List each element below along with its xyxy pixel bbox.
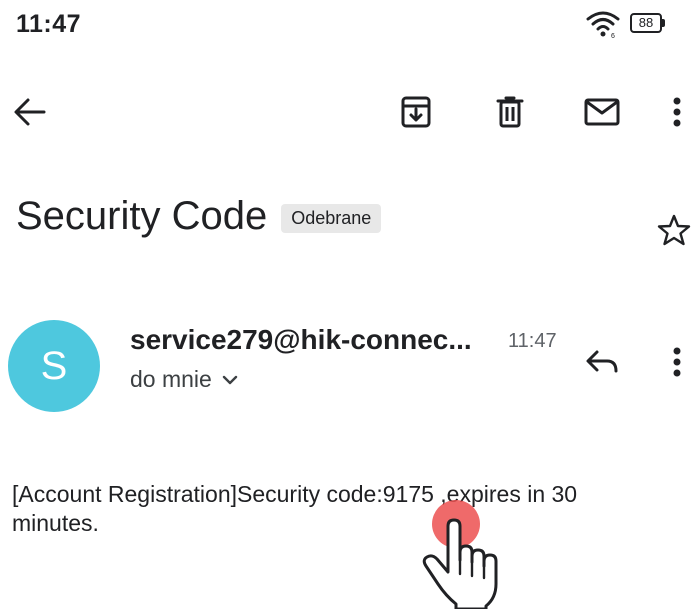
more-options-button[interactable] — [660, 88, 694, 136]
sender-avatar[interactable]: S — [8, 320, 100, 412]
email-body: [Account Registration]Security code:9175… — [12, 480, 682, 538]
subject-row: Security Code Odebrane — [16, 188, 656, 244]
archive-icon — [401, 96, 431, 128]
mark-unread-button[interactable] — [576, 88, 628, 136]
back-arrow-icon — [14, 98, 46, 126]
email-subject: Security Code — [16, 193, 268, 238]
archive-button[interactable] — [392, 88, 440, 136]
status-bar: 11:47 6 88 — [0, 0, 694, 60]
star-icon — [657, 214, 691, 246]
battery-level: 88 — [638, 15, 654, 30]
reply-icon — [586, 350, 618, 373]
more-vert-icon — [673, 97, 681, 127]
email-toolbar — [0, 80, 694, 140]
back-button[interactable] — [6, 92, 54, 132]
battery-indicator: 88 — [630, 13, 665, 35]
recipient-toggle[interactable]: do mnie — [130, 366, 238, 393]
avatar-letter: S — [40, 343, 68, 388]
message-time: 11:47 — [508, 330, 557, 352]
hand-pointer-icon — [422, 518, 498, 609]
trash-icon — [496, 96, 524, 128]
reply-button[interactable] — [578, 338, 626, 386]
body-line-1: [Account Registration]Security code:9175… — [12, 481, 578, 507]
message-more-button[interactable] — [660, 338, 694, 386]
delete-button[interactable] — [486, 88, 534, 136]
status-time: 11:47 — [16, 10, 82, 38]
mail-icon — [584, 98, 620, 126]
star-button[interactable] — [654, 210, 694, 250]
more-vert-icon — [673, 347, 681, 377]
sender-address[interactable]: service279@hik-connec... — [130, 324, 472, 356]
recipient-label: do mnie — [130, 366, 212, 392]
chevron-down-icon — [222, 375, 238, 384]
body-line-2: minutes. — [12, 510, 99, 536]
wifi-icon: 6 — [586, 11, 620, 38]
inbox-label-chip[interactable]: Odebrane — [281, 203, 382, 233]
svg-text:6: 6 — [611, 33, 615, 38]
